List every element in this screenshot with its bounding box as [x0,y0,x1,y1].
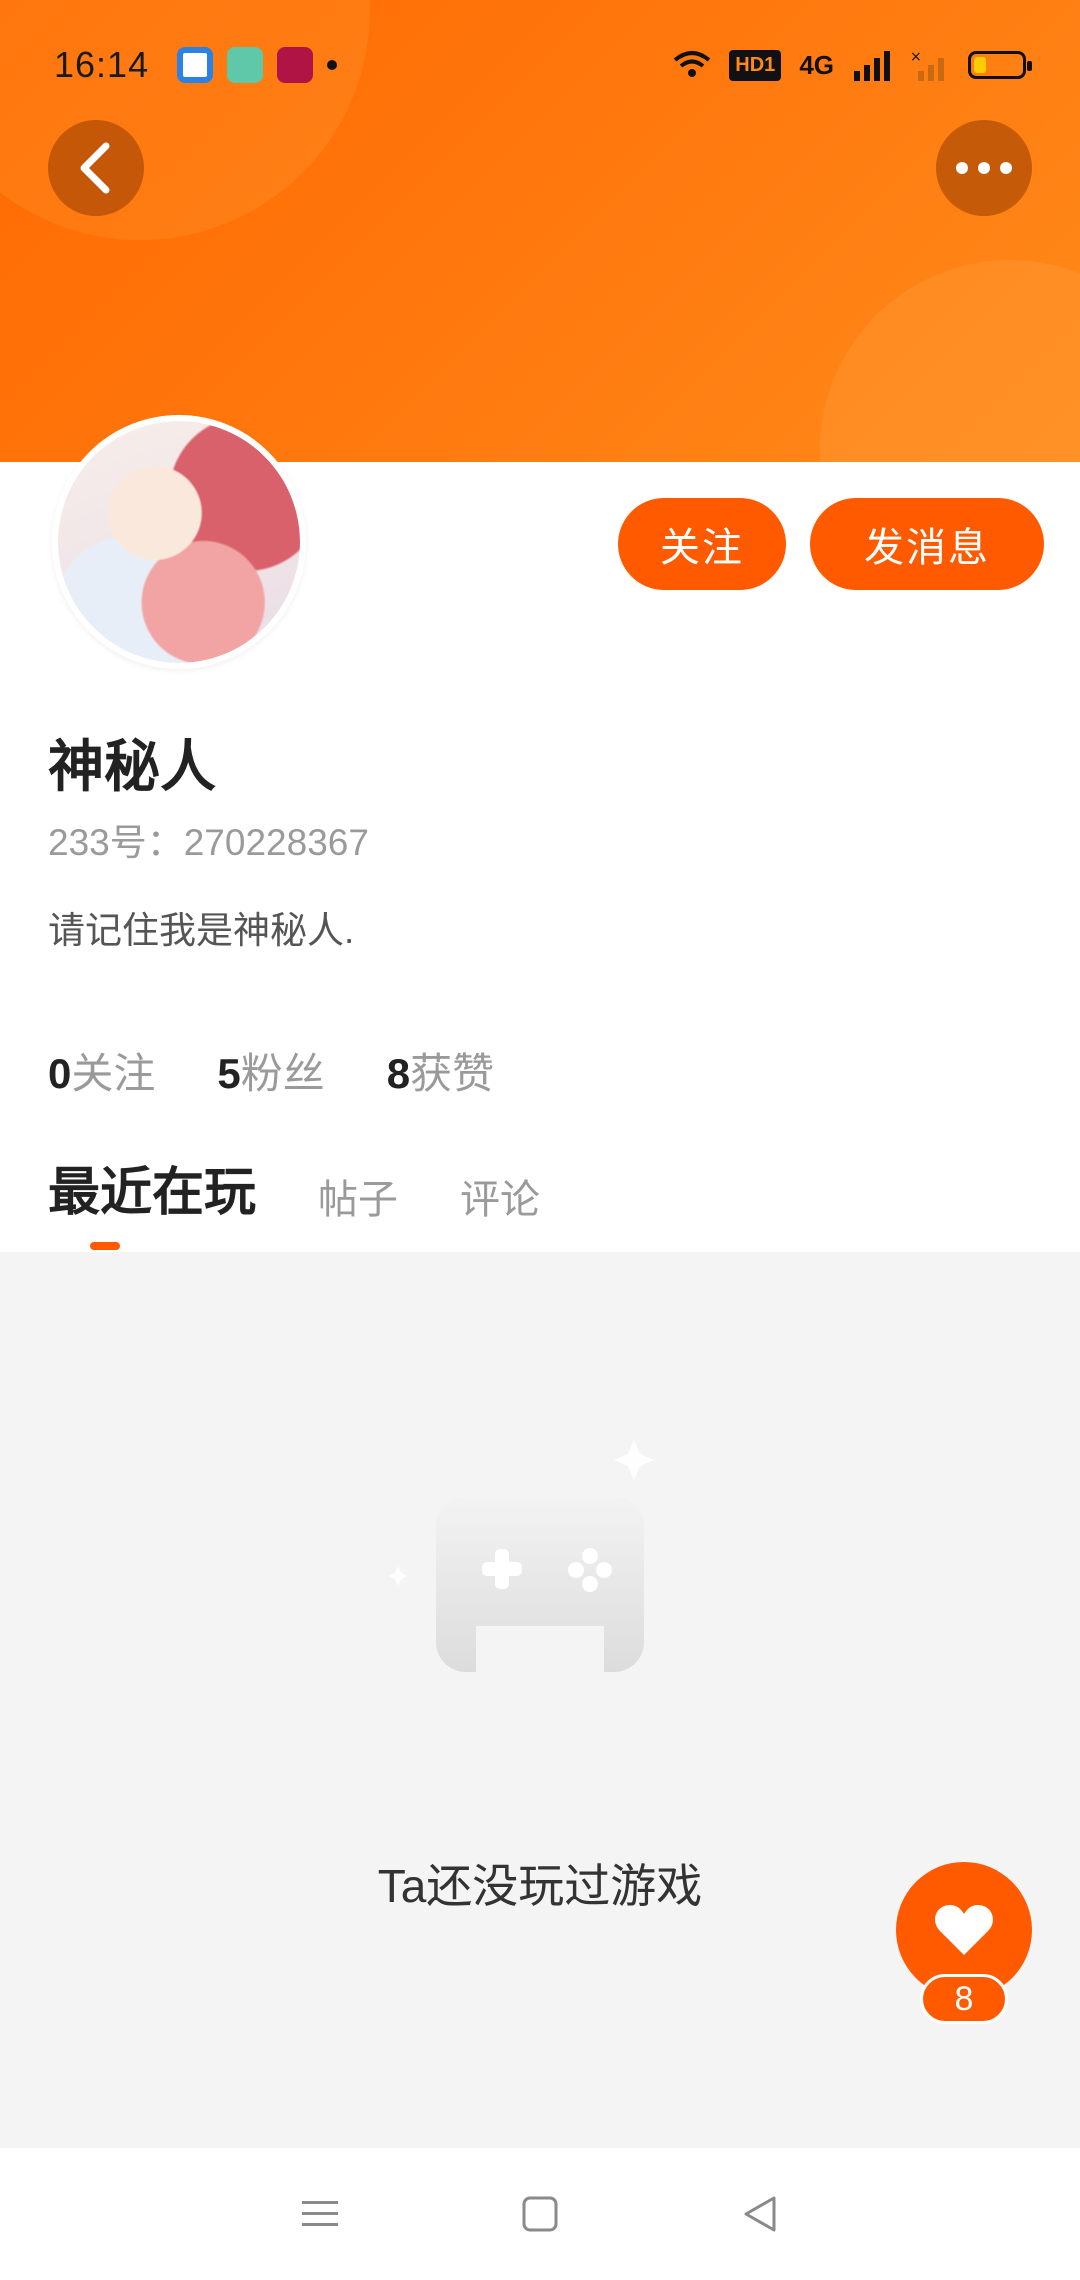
tab-comments[interactable]: 评论 [460,1167,540,1235]
more-options-button[interactable] [936,120,1032,216]
wifi-icon [674,51,711,77]
like-count-badge: 8 [920,1974,1008,2024]
stat-label: 粉丝 [240,1050,325,1097]
app-notification-icon [177,47,214,83]
back-triangle-icon [744,2196,776,2232]
battery-icon [968,51,1032,79]
back-button[interactable] [48,120,144,216]
app-notification-icon [227,47,264,83]
stat-label: 获赞 [410,1050,495,1097]
profile-bio: 请记住我是神秘人. [48,910,355,951]
status-app-icons [177,47,338,83]
more-notifications-dot-icon [327,60,338,70]
nav-home-button[interactable] [500,2174,580,2254]
network-type-label: 4G [799,49,834,80]
profile-id: 233号：270228367 [48,822,369,863]
tab-recently-played[interactable]: 最近在玩 [48,1150,256,1235]
nav-menu-button[interactable] [280,2174,360,2254]
stat-followers[interactable]: 5粉丝 [217,1040,324,1101]
gamepad-icon [388,1440,654,1672]
stat-value: 5 [217,1050,241,1097]
profile-stats: 0关注 5粉丝 8获赞 [48,1040,494,1101]
svg-text:×: × [910,49,922,65]
tab-posts[interactable]: 帖子 [318,1167,398,1235]
stat-label: 关注 [71,1050,156,1097]
tiktok-notification-icon [277,47,314,83]
status-indicators: HD1 4G × [673,49,1032,81]
profile-name: 神秘人 [48,735,216,798]
signal-icon [854,51,890,81]
stat-likes[interactable]: 8获赞 [387,1040,494,1101]
profile-tabs: 最近在玩 帖子 评论 [48,1150,540,1235]
hd-badge: HD1 [729,49,782,81]
follow-button[interactable]: 关注 [618,498,786,590]
stat-value: 0 [48,1050,72,1097]
stat-value: 8 [386,1050,411,1097]
avatar-image [58,421,300,663]
nav-back-button[interactable] [720,2174,800,2254]
menu-icon [302,2201,338,2226]
status-time: 16:14 [54,44,150,85]
stat-following[interactable]: 0关注 [48,1040,155,1101]
system-nav-bar [0,2148,1080,2280]
heart-icon [935,1905,993,1955]
send-message-button[interactable]: 发消息 [810,498,1044,590]
more-dots-icon [956,162,1012,174]
signal-no-sim-icon: × [910,49,944,81]
home-square-icon [522,2196,558,2232]
chevron-left-icon [80,142,110,194]
status-bar: 16:14 HD1 4G × [0,0,1080,130]
active-tab-indicator [90,1242,120,1250]
tab-content-area [0,1252,1080,2148]
avatar[interactable] [52,415,306,669]
